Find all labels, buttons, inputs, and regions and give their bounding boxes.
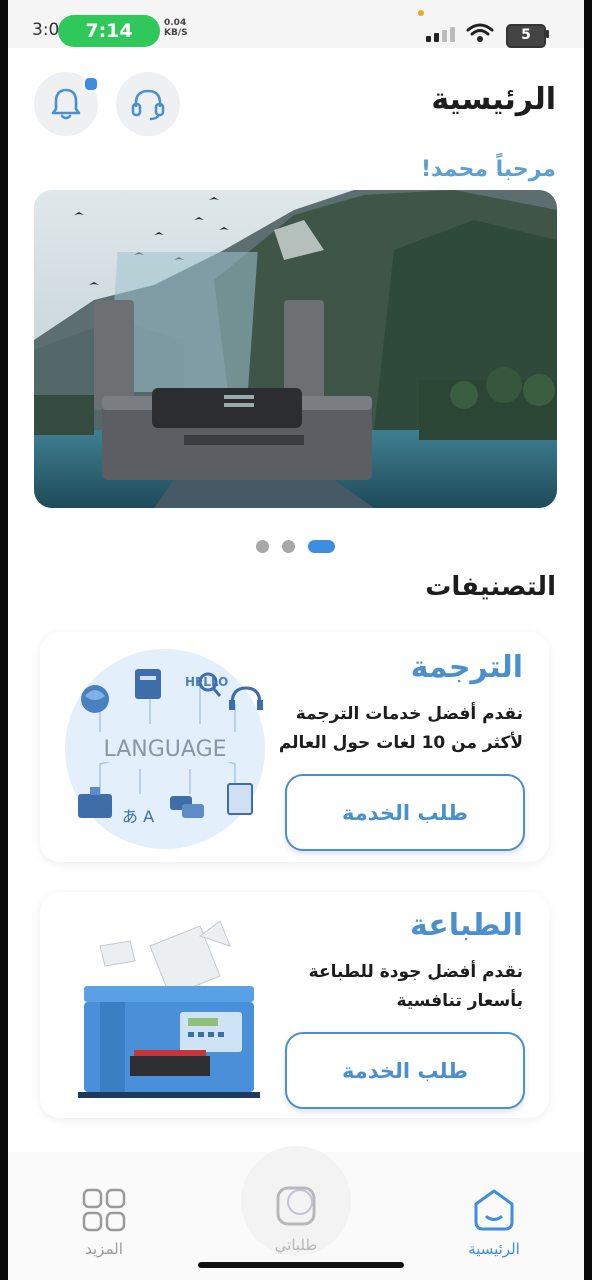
nav-label: طلباتي [274,1236,318,1254]
printer-landscape-image [34,190,557,508]
app-screen: 3:0 7:14 0.04 KB/S 5 الرئيسية مرحباً محم… [8,0,584,1280]
battery-icon: 5 [506,24,546,48]
card-title: الطباعة [410,908,523,943]
carousel-dot-active[interactable] [308,540,335,553]
call-time-pill[interactable]: 7:14 [58,15,160,47]
home-icon [474,1189,514,1231]
support-button[interactable] [116,72,180,136]
language-illustration: LANGUAGE HELLO あ A [65,649,265,849]
wifi-icon [466,23,494,42]
request-service-button[interactable]: طلب الخدمة [285,774,525,851]
privacy-indicator-dot [418,10,424,16]
battery-cap [546,30,549,38]
page-title: الرئيسية [431,82,556,117]
card-description: نقدم أفضل خدمات الترجمة لأكثر من 10 لغات… [278,704,523,753]
status-time: 3:0 [32,20,60,40]
categories-title: التصنيفات [425,572,556,602]
orders-icon [276,1186,316,1226]
request-service-button[interactable]: طلب الخدمة [285,1032,525,1109]
status-bar: 3:0 7:14 0.04 KB/S 5 [8,0,584,48]
nav-home[interactable]: الرئيسية [444,1188,544,1258]
network-speed: 0.04 KB/S [164,18,188,38]
signal-icon [426,27,455,42]
translation-card[interactable]: الترجمة نقدم أفضل خدمات الترجمة لأكثر من… [40,632,549,862]
nav-label: المزيد [85,1240,123,1258]
hello-word: HELLO [185,675,228,689]
promo-banner[interactable] [34,190,557,508]
greeting-text: مرحباً محمد! [420,157,556,182]
headset-icon [131,89,165,121]
carousel-dot[interactable] [256,540,269,553]
notification-badge [83,76,99,92]
bell-icon [51,88,81,120]
printer-illustration [78,920,260,1098]
card-title: الترجمة [410,650,523,685]
home-indicator [198,1262,404,1268]
carousel-dot[interactable] [282,540,295,553]
nav-label: الرئيسية [468,1240,520,1258]
nav-orders[interactable]: طلباتي [246,1184,346,1254]
language-word: LANGUAGE [103,737,226,762]
svg-text:あ A: あ A [122,807,154,826]
nav-more[interactable]: المزيد [54,1188,154,1258]
grid-icon [82,1188,126,1232]
card-description: نقدم أفضل جودة للطباعة بأسعار تنافسية [308,962,523,1011]
printing-card[interactable]: الطباعة نقدم أفضل جودة للطباعة بأسعار تن… [40,892,549,1118]
